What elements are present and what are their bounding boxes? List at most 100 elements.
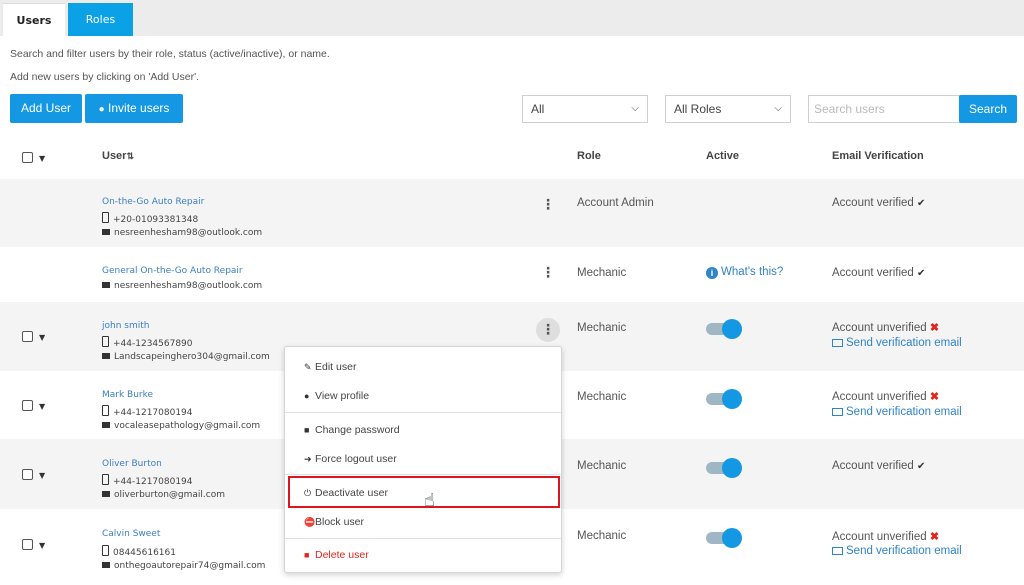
envelope-icon (102, 562, 110, 568)
phone-icon (102, 545, 109, 556)
verification-status: Account unverified ✖ (832, 391, 940, 403)
user-role: Mechanic (577, 530, 627, 542)
row-actions-kebab-icon[interactable]: ⋮ (536, 193, 560, 217)
row-checkbox[interactable] (22, 331, 33, 342)
table-row: General On-the-Go Auto Repair nesreenhes… (0, 247, 1024, 302)
check-icon: ✔ (917, 198, 926, 209)
active-toggle[interactable] (706, 458, 744, 478)
search-input[interactable]: Search users (808, 95, 960, 123)
verification-status: Account verified ✔ (832, 267, 926, 279)
user-email: vocaleasepathology@gmail.com (102, 421, 260, 431)
user-icon: ● (304, 391, 310, 401)
row-checkbox[interactable] (22, 469, 33, 480)
menu-item-edit-user[interactable]: ✎ Edit user (304, 361, 356, 373)
check-icon: ✔ (917, 461, 926, 472)
caret-down-icon[interactable]: ▼ (39, 402, 45, 411)
block-icon: ⛔ (304, 517, 316, 527)
row-checkbox[interactable] (22, 539, 33, 550)
invite-users-button[interactable]: ● Invite users (85, 94, 183, 123)
envelope-outline-icon (832, 339, 843, 347)
menu-item-block-user[interactable]: ⛔Block user (304, 516, 364, 528)
user-role: Account Admin (577, 197, 654, 209)
caret-down-icon[interactable]: ▼ (39, 541, 45, 550)
verification-status: Account verified ✔ (832, 197, 926, 209)
tab-roles[interactable]: Roles (68, 3, 133, 36)
header-user[interactable]: User⇅ (102, 150, 134, 162)
sign-out-icon: ➜ (304, 454, 312, 464)
menu-item-deactivate-user[interactable]: ⏻ Deactivate user (304, 487, 388, 499)
cross-icon: ✖ (929, 322, 940, 334)
user-phone: +44-1217080194 (102, 474, 193, 487)
user-role: Mechanic (577, 322, 627, 334)
active-toggle[interactable] (706, 528, 744, 548)
user-role: Mechanic (577, 460, 627, 472)
edit-icon: ✎ (304, 362, 312, 372)
tab-users[interactable]: Users (3, 3, 65, 36)
chevron-down-icon: ⌵ (774, 103, 782, 114)
add-user-button[interactable]: Add User (10, 94, 82, 123)
role-select[interactable]: All Roles ⌵ (665, 95, 791, 123)
cross-icon: ✖ (929, 531, 940, 543)
verification-status: Account verified ✔ (832, 460, 926, 472)
menu-divider (285, 412, 561, 413)
send-verification-link[interactable]: Send verification email (832, 406, 962, 418)
user-phone: 08445616161 (102, 545, 176, 558)
row-actions-kebab-icon[interactable]: ⋮ (536, 318, 560, 342)
user-name-link[interactable]: john smith (102, 321, 149, 331)
menu-item-delete-user[interactable]: ■ Delete user (304, 549, 369, 561)
help-text-add: Add new users by clicking on 'Add User'. (10, 71, 200, 83)
status-select-value: All (531, 102, 545, 116)
envelope-outline-icon (832, 547, 843, 555)
envelope-icon (102, 491, 110, 497)
chevron-down-icon: ⌵ (631, 103, 639, 114)
send-verification-link[interactable]: Send verification email (832, 545, 962, 557)
lock-icon: ■ (304, 425, 310, 435)
user-name-link[interactable]: On-the-Go Auto Repair (102, 197, 204, 207)
caret-down-icon[interactable]: ▼ (39, 154, 45, 163)
caret-down-icon[interactable]: ▼ (39, 333, 45, 342)
user-name-link[interactable]: Mark Burke (102, 390, 153, 400)
user-phone: +20-01093381348 (102, 212, 198, 225)
send-verification-link[interactable]: Send verification email (832, 337, 962, 349)
envelope-icon (102, 353, 110, 359)
tab-bar: Users Roles (0, 0, 1024, 36)
header-active: Active (706, 150, 740, 162)
cross-icon: ✖ (929, 391, 940, 403)
user-name-link[interactable]: Oliver Burton (102, 459, 162, 469)
caret-down-icon[interactable]: ▼ (39, 471, 45, 480)
phone-icon (102, 336, 109, 347)
phone-icon (102, 405, 109, 416)
info-icon: i (706, 267, 718, 279)
user-email: oliverburton@gmail.com (102, 490, 225, 500)
user-email: nesreenhesham98@outlook.com (102, 228, 262, 238)
active-toggle[interactable] (706, 389, 744, 409)
select-all-checkbox[interactable] (22, 152, 33, 163)
menu-item-view-profile[interactable]: ● View profile (304, 390, 369, 402)
user-email: Landscapeinghero304@gmail.com (102, 352, 270, 362)
row-actions-kebab-icon[interactable]: ⋮ (536, 261, 560, 285)
trash-icon: ■ (304, 550, 310, 560)
user-name-link[interactable]: Calvin Sweet (102, 529, 160, 539)
verification-status: Account unverified ✖ (832, 531, 940, 543)
row-checkbox[interactable] (22, 400, 33, 411)
whats-this-link[interactable]: i What's this? (706, 266, 783, 279)
status-select[interactable]: All ⌵ (522, 95, 648, 123)
envelope-icon (102, 422, 110, 428)
user-phone: +44-1234567890 (102, 336, 193, 349)
sort-icon: ⇅ (126, 151, 135, 161)
menu-item-change-password[interactable]: ■ Change password (304, 424, 400, 436)
invite-users-label: Invite users (108, 101, 170, 115)
user-role: Mechanic (577, 267, 627, 279)
envelope-icon (102, 282, 110, 288)
active-toggle[interactable] (706, 319, 744, 339)
phone-icon (102, 212, 109, 223)
menu-item-force-logout[interactable]: ➜ Force logout user (304, 453, 397, 465)
verification-status: Account unverified ✖ (832, 322, 940, 334)
search-button[interactable]: Search (959, 95, 1017, 123)
user-actions-menu: ✎ Edit user ● View profile ■ Change passwor… (284, 346, 562, 573)
user-name-link[interactable]: General On-the-Go Auto Repair (102, 266, 243, 276)
menu-divider (285, 538, 561, 539)
user-email: nesreenhesham98@outlook.com (102, 281, 262, 291)
header-role: Role (577, 150, 601, 162)
header-email-verification: Email Verification (832, 150, 924, 162)
